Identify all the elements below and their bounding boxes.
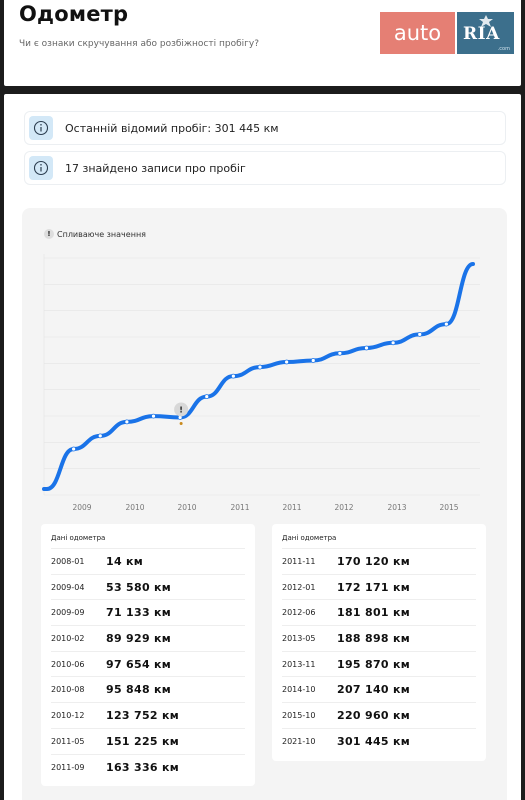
table-row: 2013-11 195 870 км [282,652,476,678]
table-rows: 2008-01 14 км 2009-04 53 580 км 2009-09 71 13… [51,549,245,780]
x-tick-label: 2011 [230,503,249,512]
odometer-table-left: Дані одометра 2008-01 14 км 2009-04 53 580 … [41,524,255,787]
table-row: 2010-12 123 752 км [51,703,245,729]
row-mileage: 53 580 км [106,580,172,594]
table-row: 2010-06 97 654 км [51,652,245,678]
data-point [204,394,210,400]
table-title: Дані одометра [51,528,245,549]
row-date: 2014-10 [282,685,316,695]
table-row: 2011-11 170 120 км [282,549,476,575]
x-tick-label: 2013 [387,503,406,512]
odometer-table-right: Дані одометра 2011-11 170 120 км 2012-01 17… [272,524,486,761]
row-mileage: 195 870 км [337,657,411,671]
mileage-line [42,262,475,491]
row-date: 2010-06 [51,659,85,669]
data-point [97,433,103,439]
odometer-section: Останній відомий пробіг: 301 445 км 17 з… [4,94,521,800]
x-tick-label: 2010 [177,503,196,512]
row-date: 2009-04 [51,582,85,592]
data-point [71,446,77,452]
records-found-text: 17 знайдено записи про пробіг [65,161,246,175]
row-mileage: 181 801 км [337,606,411,620]
row-mileage: 170 120 км [337,554,411,568]
row-date: 2010-02 [51,633,85,643]
page-subtitle: Чи є ознаки скручування або розбіжності … [19,39,259,49]
anomaly-badge-icon: ! [179,405,183,414]
info-icon [29,116,53,140]
x-tick-label: 2015 [439,503,458,512]
row-mileage: 97 654 км [106,657,172,671]
logo-auto-text: auto [380,12,455,54]
table-row: 2021-10 301 445 км [282,729,476,755]
odometer-chart[interactable]: ! 2009 2010 2010 2011 2011 2012 2013 2015 [22,208,507,518]
data-point [337,350,343,356]
table-rows: 2011-11 170 120 км 2012-01 172 171 км 2012-0… [282,549,476,755]
row-date: 2011-11 [282,556,316,566]
table-row: 2012-01 172 171 км [282,575,476,601]
row-mileage: 172 171 км [337,580,411,594]
row-mileage: 220 960 км [337,708,411,722]
data-point [443,321,449,327]
row-date: 2010-12 [51,710,85,720]
autoria-logo[interactable]: auto RIA .com [380,12,514,54]
row-date: 2015-10 [282,710,316,720]
row-mileage: 71 133 км [106,606,172,620]
row-mileage: 207 140 км [337,683,411,697]
records-found-row: 17 знайдено записи про пробіг [24,151,506,185]
data-point [151,413,156,419]
data-point [390,340,396,346]
table-row: 2010-02 89 929 км [51,626,245,652]
table-row: 2011-09 163 336 км [51,755,245,781]
table-row: 2013-05 188 898 км [282,626,476,652]
row-mileage: 14 км [106,554,144,568]
table-row: 2012-06 181 801 км [282,600,476,627]
row-mileage: 95 848 км [106,683,172,697]
header-card: Одометр Чи є ознаки скручування або розб… [4,0,521,86]
anomaly-dot [179,421,183,425]
data-point [284,359,290,365]
table-title: Дані одометра [282,528,476,549]
data-point [417,331,423,337]
table-row: 2009-09 71 133 км [51,600,245,627]
table-row: 2011-05 151 225 км [51,729,245,755]
x-tick-label: 2011 [282,503,301,512]
info-icon [29,156,53,180]
table-row: 2014-10 207 140 км [282,677,476,704]
data-point [364,345,369,351]
table-row: 2009-04 53 580 км [51,575,245,601]
table-row: 2010-08 95 848 км [51,677,245,704]
last-mileage-text: Останній відомий пробіг: 301 445 км [65,121,279,135]
row-mileage: 151 225 км [106,734,180,748]
row-date: 2013-05 [282,633,316,643]
data-point [310,358,316,363]
row-date: 2021-10 [282,737,316,747]
row-date: 2013-11 [282,659,316,669]
row-mileage: 301 445 км [337,735,411,749]
row-date: 2012-01 [282,582,316,592]
table-row: 2015-10 220 960 км [282,703,476,729]
row-date: 2011-05 [51,736,85,746]
logo-ria-text: RIA [463,24,500,44]
x-tick-label: 2010 [125,503,144,512]
data-point [230,373,236,379]
odometer-chart-card: ! Спливаюче значення ! 2009 2010 2010 2011 20… [22,208,507,800]
row-date: 2010-08 [51,685,85,695]
data-point [257,364,263,370]
row-date: 2008-01 [51,556,85,566]
row-mileage: 89 929 км [106,631,172,645]
last-mileage-row: Останній відомий пробіг: 301 445 км [24,111,506,145]
row-mileage: 123 752 км [106,708,180,722]
row-date: 2011-09 [51,762,85,772]
data-point [124,419,130,425]
x-tick-label: 2009 [72,503,91,512]
table-row: 2008-01 14 км [51,549,245,575]
row-mileage: 163 336 км [106,760,180,774]
logo-ria-block: RIA .com [457,12,514,54]
row-date: 2009-09 [51,608,85,618]
row-date: 2012-06 [282,608,316,618]
logo-com-text: .com [497,46,510,52]
x-tick-label: 2012 [334,503,353,512]
page-title: Одометр [19,2,129,26]
row-mileage: 188 898 км [337,631,411,645]
